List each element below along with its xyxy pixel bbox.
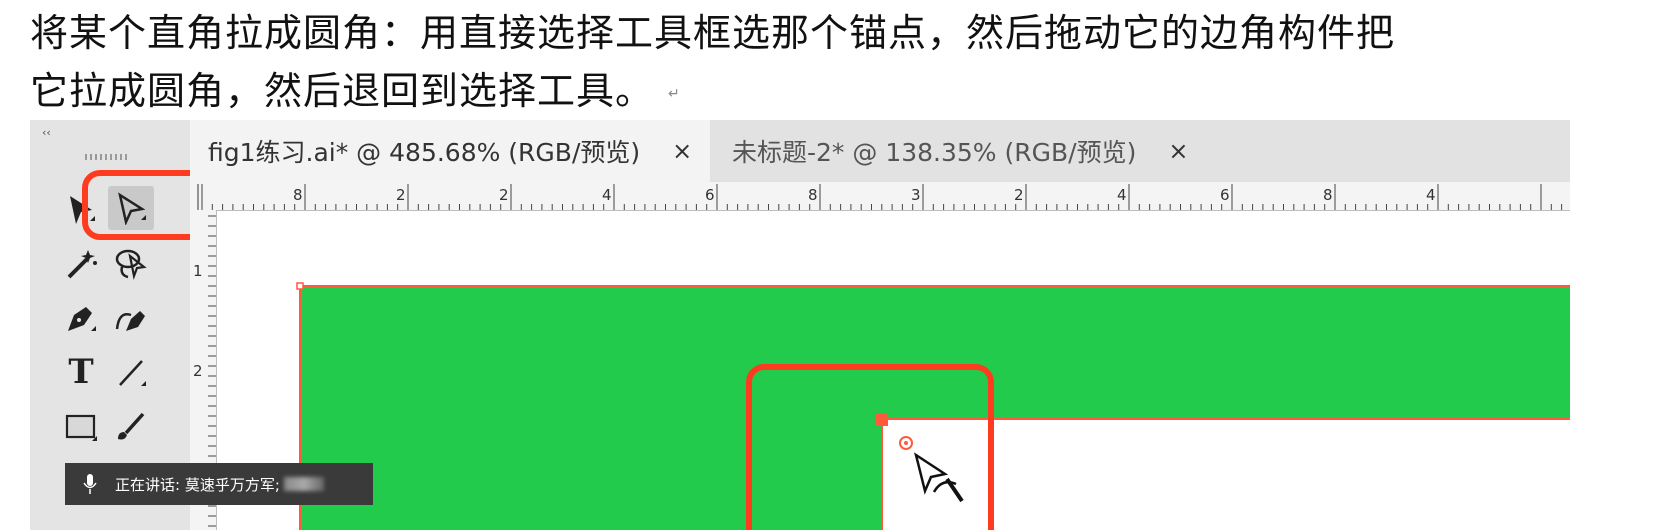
tab-fig1[interactable]: fig1练习.ai* @ 485.68% (RGB/预览) × (190, 120, 710, 182)
horizontal-ruler[interactable]: 8 2 2 4 6 8 3 2 4 6 8 4 (190, 182, 1570, 211)
ruler-tick-label: 2 (1014, 186, 1024, 204)
speaking-indicator: 正在讲话: 莫速乎万方军; (65, 463, 373, 505)
magic-wand-icon (67, 250, 97, 279)
tab-label: 未标题-2* @ 138.35% (RGB/预览) (732, 138, 1137, 167)
close-tab-icon[interactable]: × (672, 137, 692, 165)
curvature-tool-button[interactable] (108, 296, 154, 340)
ruler-tick-label: 6 (705, 186, 715, 204)
ruler-tick-label: 4 (1117, 186, 1127, 204)
paintbrush-icon (118, 412, 145, 440)
paragraph-mark: ↵ (668, 85, 681, 102)
ruler-tick-label: 6 (1220, 186, 1230, 204)
ruler-tick-label: 8 (1323, 186, 1333, 204)
ruler-tick-label: 4 (1426, 186, 1436, 204)
caption-text: 它拉成圆角，然后退回到选择工具。 (30, 69, 655, 113)
ruler-tick-label: 2 (499, 186, 509, 204)
rectangle-tool-button[interactable] (58, 404, 104, 448)
blurred-name (283, 477, 324, 491)
microphone-icon (83, 474, 97, 494)
ruler-tick-label: 1 (193, 262, 203, 280)
magic-wand-tool-button[interactable] (58, 242, 104, 286)
document-tab-bar: fig1练习.ai* @ 485.68% (RGB/预览) × 未标题-2* @… (190, 120, 1570, 182)
pen-nib-icon (68, 307, 96, 331)
paintbrush-tool-button[interactable] (108, 404, 154, 448)
close-tab-icon[interactable]: × (1168, 137, 1188, 165)
line-segment-icon (119, 360, 146, 386)
anchor-point[interactable] (296, 282, 304, 290)
corner-highlight (746, 364, 994, 530)
curvature-pen-icon (115, 311, 145, 331)
instruction-caption-line-1: 将某个直角拉成圆角：用直接选择工具框选那个锚点，然后拖动它的边角构件把 (30, 11, 1396, 55)
speaking-text: 正在讲话: 莫速乎万方军; (115, 475, 280, 494)
collapse-panel-button[interactable]: ‹‹ (42, 126, 51, 139)
ruler-tick-label: 2 (193, 362, 203, 380)
type-T-icon: T (68, 352, 94, 392)
panel-grip-handle[interactable] (85, 154, 127, 160)
tab-untitled-2[interactable]: 未标题-2* @ 138.35% (RGB/预览) × (714, 120, 1214, 182)
ruler-tick-label: 8 (293, 186, 303, 204)
ruler-tick-label: 2 (396, 186, 406, 204)
ruler-tick-label: 8 (808, 186, 818, 204)
instruction-caption-line-2: 它拉成圆角，然后退回到选择工具。 ↵ (30, 60, 681, 115)
tab-label: fig1练习.ai* @ 485.68% (RGB/预览) (208, 138, 641, 167)
type-tool-button[interactable]: T (58, 350, 104, 394)
lasso-icon (115, 249, 147, 280)
rectangle-icon (65, 414, 97, 441)
lasso-tool-button[interactable] (108, 242, 154, 286)
line-segment-tool-button[interactable] (108, 350, 154, 394)
pen-tool-button[interactable] (58, 296, 104, 340)
ruler-tick-label: 3 (911, 186, 921, 204)
ruler-tick-label: 4 (602, 186, 612, 204)
